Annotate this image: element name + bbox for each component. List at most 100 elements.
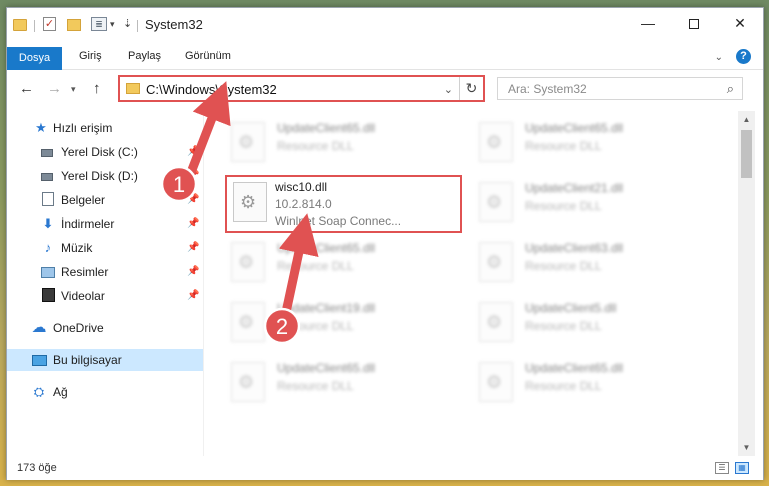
dll-file-icon [479, 362, 513, 402]
file-item[interactable]: UpdateClient21.dll Resource DLL [479, 176, 719, 231]
file-item[interactable]: UpdateClient5.dll Resource DLL [479, 296, 719, 351]
sidebar-item-videos[interactable]: Videolar 📌 [7, 285, 203, 307]
file-item[interactable]: UpdateClient65.dll Resource DLL [231, 116, 471, 171]
scroll-thumb[interactable] [741, 130, 752, 178]
sidebar-item-label: Belgeler [61, 193, 106, 207]
music-icon: ♪ [44, 240, 52, 255]
pin-icon[interactable]: 📌 [187, 194, 199, 205]
file-name: UpdateClient65.dll [277, 121, 376, 135]
sidebar-item-label: İndirmeler [61, 217, 115, 231]
scroll-up-icon[interactable]: ▲ [738, 111, 755, 128]
pane-divider[interactable] [203, 111, 204, 456]
folder-icon [126, 83, 140, 94]
pin-icon[interactable]: 📌 [187, 242, 199, 253]
customize-icon[interactable]: ≣ [91, 17, 107, 31]
back-button[interactable]: ← [19, 80, 34, 97]
tab-file[interactable]: Dosya [7, 47, 62, 70]
details-view-icon[interactable]: ☰ [715, 462, 729, 474]
new-folder-icon[interactable] [67, 19, 81, 31]
sidebar-item-this-pc[interactable]: Bu bilgisayar [7, 349, 203, 371]
up-button[interactable]: ↑ [93, 80, 101, 97]
tab-view[interactable]: Görünüm [185, 46, 231, 66]
file-type: Resource DLL [277, 319, 354, 333]
dll-file-icon [479, 122, 513, 162]
expand-ribbon-icon[interactable]: ⌄ [715, 52, 723, 63]
chevron-down-icon[interactable]: ▾ [110, 19, 115, 35]
address-path[interactable]: C:\Windows\System32 [146, 82, 277, 97]
dll-file-icon [231, 242, 265, 282]
close-button[interactable]: ✕ [717, 8, 763, 38]
explorer-window: ✓ ≣ ▾ ⇣ System32 — ✕ Dosya Giriş Paylaş … [6, 7, 764, 480]
sidebar-item-documents[interactable]: Belgeler 📌 [7, 189, 203, 211]
maximize-icon [689, 19, 699, 30]
file-item[interactable]: UpdateClient63.dll Resource DLL [479, 236, 719, 291]
drive-icon [41, 149, 53, 157]
file-item[interactable]: UpdateClient65.dll Resource DLL [479, 356, 719, 411]
quick-access-dropdown-icon[interactable]: ⇣ [123, 17, 132, 33]
sidebar-item-quick-access[interactable]: ★ Hızlı erişim [7, 117, 203, 139]
pin-icon[interactable]: 📌 [187, 266, 199, 277]
file-item[interactable]: UpdateClient65.dll Resource DLL [231, 356, 471, 411]
file-name: UpdateClient21.dll [525, 181, 624, 195]
file-name: wisc10.dll [275, 180, 328, 194]
file-item-wisc10[interactable]: wisc10.dll 10.2.814.0 Winlnet Soap Conne… [225, 175, 462, 233]
file-name: UpdateClient19.dll [277, 301, 376, 315]
navigation-bar: ← → ▾ ↑ C:\Windows\System32 ⌄ ↻ Ara: Sys… [7, 70, 763, 107]
tab-share[interactable]: Paylaş [128, 46, 161, 66]
star-icon: ★ [35, 120, 47, 135]
file-type: Resource DLL [525, 379, 602, 393]
sidebar-item-label: Resimler [61, 265, 109, 279]
sidebar-item-label: Bu bilgisayar [53, 353, 122, 367]
sidebar-item-pictures[interactable]: Resimler 📌 [7, 261, 203, 283]
tiles-view-icon[interactable]: ▦ [735, 462, 749, 474]
pin-icon[interactable]: 📌 [187, 146, 199, 157]
window-title: System32 [145, 17, 203, 32]
sidebar-item-label: Hızlı erişim [53, 121, 113, 135]
refresh-button[interactable]: ↻ [459, 77, 483, 100]
file-list: UpdateClient65.dll Resource DLL wisc10.d… [207, 111, 737, 456]
dll-file-icon [231, 362, 265, 402]
title-separator [137, 20, 138, 32]
address-bar[interactable]: C:\Windows\System32 ⌄ ↻ [118, 75, 485, 102]
file-type: Resource DLL [525, 199, 602, 213]
search-input[interactable]: Ara: System32 [508, 82, 587, 96]
downloads-icon: ⬇ [42, 216, 54, 231]
vertical-scrollbar[interactable]: ▲ ▼ [738, 111, 755, 456]
file-name: UpdateClient65.dll [277, 361, 376, 375]
sidebar-item-local-disk-d[interactable]: Yerel Disk (D:) 📌 [7, 165, 203, 187]
folder-icon[interactable] [13, 19, 27, 31]
sidebar-item-network[interactable]: ⛭ Ağ [7, 381, 203, 403]
toolbar-separator [34, 20, 35, 32]
forward-button[interactable]: → [47, 80, 62, 97]
file-item[interactable]: UpdateClient65.dll Resource DLL [231, 236, 471, 291]
maximize-button[interactable] [671, 8, 717, 38]
tab-home[interactable]: Giriş [79, 46, 102, 66]
sidebar-item-music[interactable]: ♪ Müzik 📌 [7, 237, 203, 259]
search-icon[interactable]: ⌕ [727, 81, 734, 97]
pin-icon[interactable]: 📌 [187, 218, 199, 229]
sidebar-item-label: OneDrive [53, 321, 104, 335]
help-icon[interactable]: ? [736, 49, 751, 64]
pin-icon[interactable]: 📌 [187, 290, 199, 301]
file-name: UpdateClient5.dll [525, 301, 617, 315]
recent-locations-icon[interactable]: ▾ [71, 84, 76, 95]
minimize-button[interactable]: — [625, 8, 671, 38]
scroll-down-icon[interactable]: ▼ [738, 439, 755, 456]
sidebar-item-local-disk-c[interactable]: Yerel Disk (C:) 📌 [7, 141, 203, 163]
sidebar-item-label: Yerel Disk (C:) [61, 145, 138, 159]
sidebar-item-label: Yerel Disk (D:) [61, 169, 138, 183]
file-description: Winlnet Soap Connec... [275, 214, 402, 228]
sidebar-item-label: Videolar [61, 289, 105, 303]
file-item[interactable]: UpdateClient65.dll Resource DLL [479, 116, 719, 171]
ribbon-tabs: Dosya Giriş Paylaş Görünüm ⌄ ? [7, 40, 763, 70]
properties-check-icon[interactable]: ✓ [43, 17, 56, 31]
file-item[interactable]: UpdateClient19.dll Resource DLL [231, 296, 471, 351]
file-type: Resource DLL [525, 139, 602, 153]
pin-icon[interactable]: 📌 [187, 170, 199, 181]
pictures-icon [41, 267, 55, 278]
sidebar-item-onedrive[interactable]: ☁ OneDrive [7, 317, 203, 339]
videos-icon [42, 288, 55, 302]
sidebar-item-downloads[interactable]: ⬇ İndirmeler 📌 [7, 213, 203, 235]
address-dropdown-icon[interactable]: ⌄ [444, 83, 453, 96]
search-box[interactable]: Ara: System32 ⌕ [497, 77, 743, 100]
